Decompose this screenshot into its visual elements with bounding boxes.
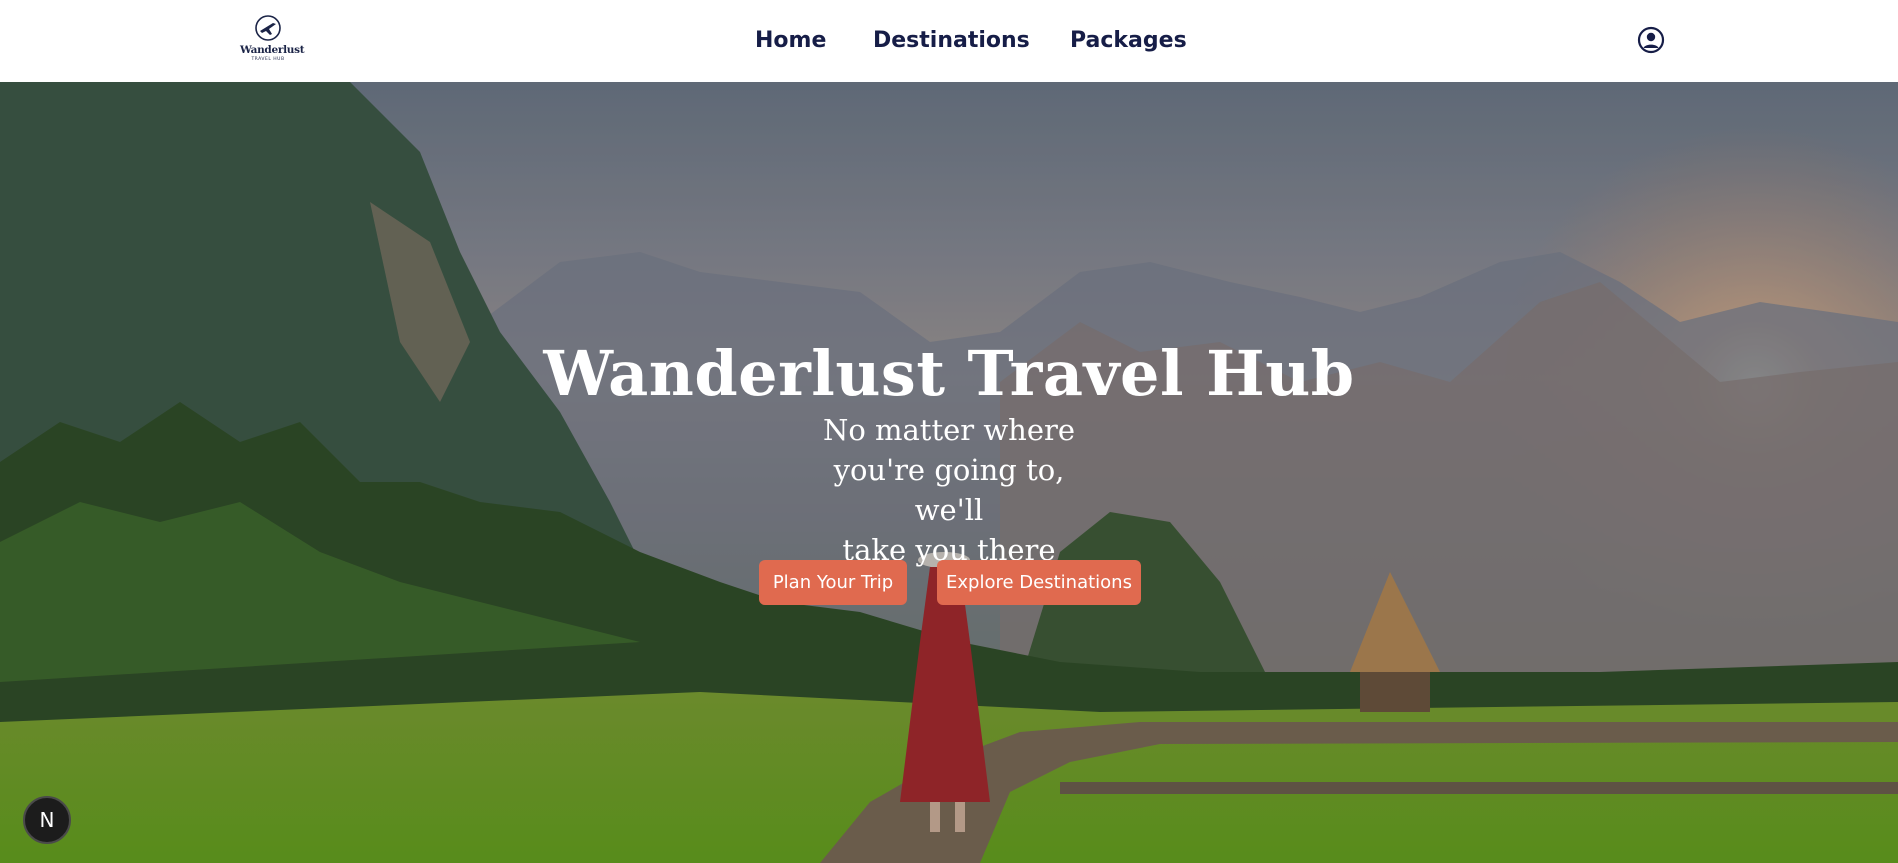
nextjs-dev-badge[interactable]: N <box>23 796 71 844</box>
explore-destinations-button[interactable]: Explore Destinations <box>937 560 1141 605</box>
plane-icon <box>255 15 281 41</box>
nav-packages[interactable]: Packages <box>1070 24 1187 58</box>
nav-home[interactable]: Home <box>755 24 826 58</box>
top-navbar: Wanderlust TRAVEL HUB Home Destinations … <box>0 0 1898 82</box>
user-circle-icon[interactable] <box>1637 26 1665 54</box>
logo[interactable]: Wanderlust TRAVEL HUB <box>240 14 305 66</box>
hero-subtitle: No matter where you're going to, we'll t… <box>799 410 1099 570</box>
plan-your-trip-button[interactable]: Plan Your Trip <box>759 560 907 605</box>
hero-subtitle-line: No matter where <box>822 413 1076 447</box>
logo-name: Wanderlust <box>240 44 305 56</box>
hero-section: Wanderlust Travel Hub No matter where yo… <box>0 82 1898 863</box>
nav-destinations[interactable]: Destinations <box>873 24 1030 58</box>
hero-title: Wanderlust Travel Hub <box>543 337 1355 410</box>
hero-subtitle-line: you're going to, we'll <box>833 453 1065 527</box>
logo-tagline: TRAVEL HUB <box>251 57 285 62</box>
